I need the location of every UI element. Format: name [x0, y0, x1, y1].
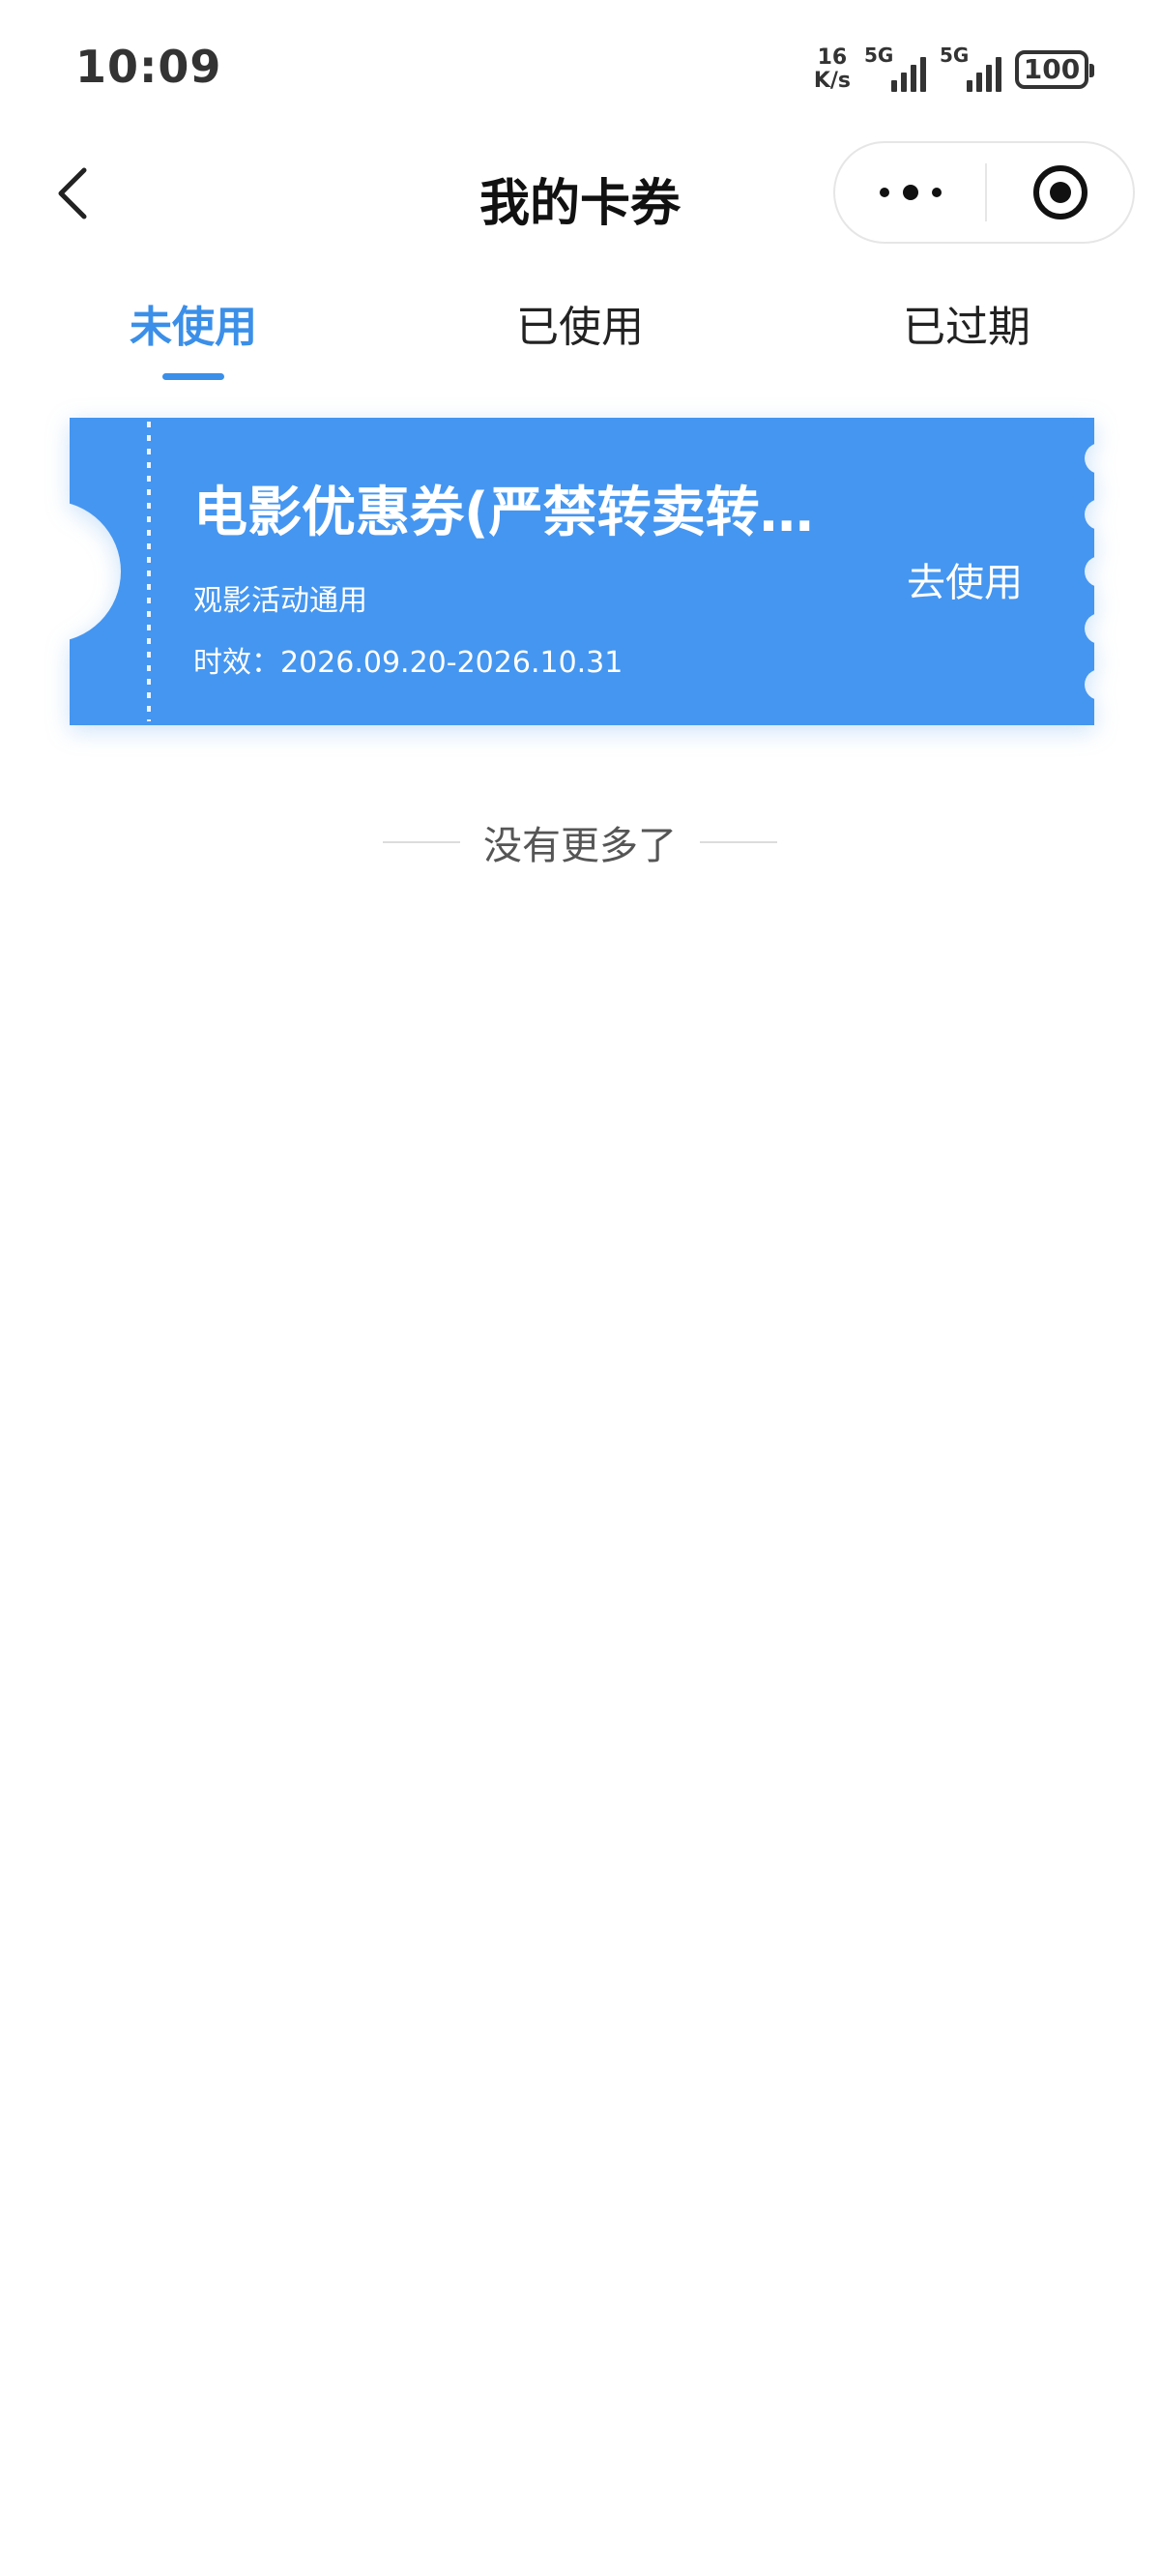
more-button[interactable]: [835, 143, 985, 242]
coupon-card[interactable]: 电影优惠券(严禁转卖转… 观影活动通用 时效：2026.09.20-2026.1…: [70, 418, 1094, 725]
coupon-name: 电影优惠券(严禁转卖转…: [193, 482, 814, 544]
coupon-validity: 时效：2026.09.20-2026.10.31: [193, 646, 624, 680]
status-icons: 16 K/s 5G 5G 100: [814, 43, 1094, 97]
tab-unused[interactable]: 未使用: [0, 271, 387, 387]
tab-label: 未使用: [130, 303, 257, 352]
net-speed-unit: K/s: [813, 69, 851, 93]
screen: 10:09 16 K/s 5G 5G 100 我的卡券 未使用 已使用 已过期 …: [0, 0, 1160, 2576]
coupon-content: 电影优惠券(严禁转卖转… 观影活动通用 时效：2026.09.20-2026.1…: [70, 418, 1094, 725]
status-bar: 10:09 16 K/s 5G 5G 100: [0, 0, 1160, 135]
battery-level: 100: [1023, 53, 1081, 85]
tab-label: 已使用: [516, 303, 644, 352]
mini-program-capsule: [833, 141, 1135, 244]
target-circle-icon: [1032, 165, 1088, 220]
coupon-description: 观影活动通用: [193, 584, 367, 618]
battery-icon: 100: [1015, 50, 1094, 89]
net-speed: 16 K/s: [814, 46, 851, 93]
no-more-text: 没有更多了: [483, 824, 677, 868]
nav-bar: 我的卡券: [0, 135, 1160, 251]
tab-active-indicator: [162, 373, 224, 380]
divider-line: [383, 841, 460, 843]
signal-type-label: 5G: [864, 44, 894, 67]
tab-used[interactable]: 已使用: [387, 271, 773, 387]
divider-line: [700, 841, 777, 843]
net-speed-value: 16: [817, 45, 848, 70]
signal-icon: 5G: [940, 44, 1001, 92]
tab-bar: 未使用 已使用 已过期: [0, 271, 1160, 387]
use-coupon-button[interactable]: 去使用: [907, 551, 1023, 607]
signal-type-label: 5G: [940, 44, 970, 67]
status-time: 10:09: [75, 41, 222, 93]
tab-expired[interactable]: 已过期: [773, 271, 1160, 387]
list-end-indicator: 没有更多了: [0, 808, 1160, 876]
tab-label: 已过期: [903, 303, 1030, 352]
signal-icon: 5G: [864, 44, 926, 92]
close-button[interactable]: [987, 143, 1133, 242]
more-dots-icon: [879, 185, 942, 200]
